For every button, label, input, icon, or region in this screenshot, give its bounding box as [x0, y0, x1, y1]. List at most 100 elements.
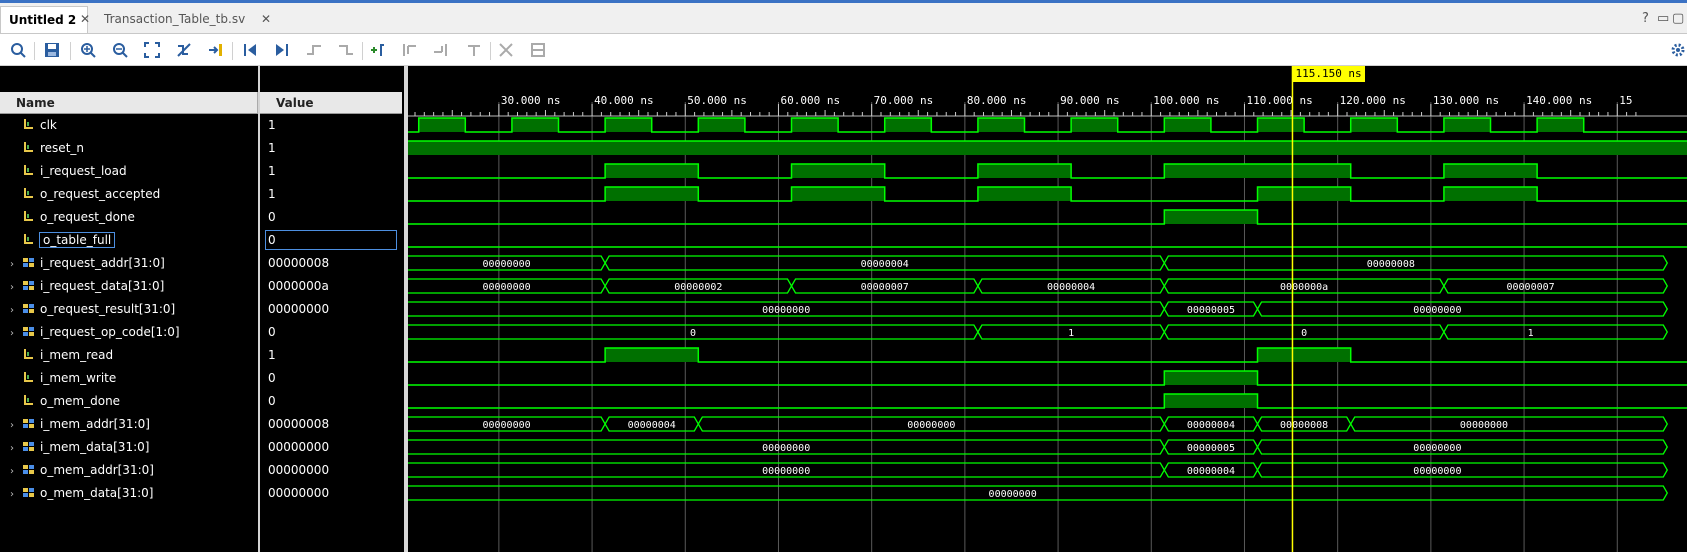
- signal-value[interactable]: 1: [268, 344, 276, 366]
- bus-signal-icon: [22, 253, 36, 267]
- swap-cursors-icon[interactable]: [462, 38, 486, 62]
- expand-chevron-icon[interactable]: ›: [10, 484, 22, 506]
- signal-row-i-mem-addr[interactable]: › i_mem_addr[31:0]: [10, 413, 150, 435]
- signal-list-panel: Name Value clk 1 reset_n 1 i_request_load 1 o_…: [0, 66, 404, 552]
- settings-gear-icon[interactable]: [1666, 38, 1687, 62]
- next-marker-icon[interactable]: [428, 38, 452, 62]
- go-to-time-zero-icon[interactable]: [238, 38, 262, 62]
- expand-chevron-icon[interactable]: ›: [10, 415, 22, 437]
- previous-transition-icon[interactable]: [302, 38, 326, 62]
- cursor-time-label[interactable]: 115.150 ns: [1292, 66, 1365, 82]
- signal-value[interactable]: 0000000a: [268, 275, 329, 297]
- signal-row-i-mem-data[interactable]: › i_mem_data[31:0]: [10, 436, 149, 458]
- bit-signal-icon: [22, 161, 36, 175]
- column-divider[interactable]: [258, 66, 260, 552]
- bus-segment: [1443, 324, 1669, 340]
- signal-name: o_mem_addr[31:0]: [40, 463, 154, 477]
- ruler-tick-label: 30.000 ns: [501, 94, 561, 107]
- signal-value[interactable]: 1: [268, 183, 276, 205]
- signal-row-o-request-accepted[interactable]: o_request_accepted: [10, 183, 160, 205]
- signal-row-o-mem-data[interactable]: › o_mem_data[31:0]: [10, 482, 153, 504]
- selected-value-box[interactable]: [265, 230, 397, 250]
- signal-value[interactable]: 1: [268, 114, 276, 136]
- zoom-fit-icon[interactable]: [140, 38, 164, 62]
- waveform-canvas[interactable]: 30.000 ns 40.000 ns 50.000 ns 60.000 ns 70.0…: [408, 66, 1687, 552]
- expand-chevron-icon[interactable]: ›: [10, 461, 22, 483]
- next-transition-icon[interactable]: [334, 38, 358, 62]
- signal-row-o-request-result[interactable]: › o_request_result[31:0]: [10, 298, 175, 320]
- expand-chevron-icon[interactable]: ›: [10, 254, 22, 276]
- bus-value-label: 00000000: [482, 259, 530, 270]
- search-icon[interactable]: [6, 38, 30, 62]
- signal-value[interactable]: 00000000: [268, 482, 329, 504]
- go-to-last-time-icon[interactable]: [270, 38, 294, 62]
- expand-chevron-icon[interactable]: ›: [10, 300, 22, 322]
- go-to-cursor-icon[interactable]: [204, 38, 228, 62]
- help-icon[interactable]: ?: [1642, 11, 1649, 26]
- signal-value[interactable]: 00000008: [268, 252, 329, 274]
- add-marker-icon[interactable]: [366, 38, 390, 62]
- wave-tool-icon[interactable]: [172, 38, 196, 62]
- tab-close-icon[interactable]: ✕: [80, 6, 90, 33]
- wave-i_mem_read[interactable]: [408, 347, 1687, 363]
- snap-icon[interactable]: [526, 38, 550, 62]
- bus-value-label: 00000004: [628, 420, 676, 431]
- signal-value[interactable]: 00000000: [268, 459, 329, 481]
- signal-value[interactable]: 0: [268, 390, 276, 412]
- signal-name: clk: [40, 118, 57, 132]
- expand-chevron-icon[interactable]: ›: [10, 323, 22, 345]
- bus-value-label: 00000000: [907, 420, 955, 431]
- signal-value[interactable]: 0: [268, 321, 276, 343]
- signal-row-reset-n[interactable]: reset_n: [10, 137, 84, 159]
- signal-row-i-mem-read[interactable]: i_mem_read: [10, 344, 113, 366]
- bus-value-label: 00000000: [482, 282, 530, 293]
- expand-chevron-icon[interactable]: ›: [10, 438, 22, 460]
- value-column-header[interactable]: Value: [260, 92, 402, 114]
- wave-o_mem_done[interactable]: [408, 393, 1687, 409]
- wave-i_mem_write[interactable]: [408, 370, 1687, 386]
- signal-value[interactable]: 00000000: [268, 298, 329, 320]
- wave-high-fill: [791, 164, 885, 178]
- bus-value-label: 00000007: [861, 282, 909, 293]
- tab-close-icon[interactable]: ✕: [261, 6, 273, 33]
- signal-row-i-request-op-code[interactable]: › i_request_op_code[1:0]: [10, 321, 180, 343]
- waveform-viewer[interactable]: 30.000 ns 40.000 ns 50.000 ns 60.000 ns 70.0…: [408, 66, 1687, 552]
- signal-row-i-request-load[interactable]: i_request_load: [10, 160, 127, 182]
- previous-marker-icon[interactable]: [398, 38, 422, 62]
- cut-icon[interactable]: [494, 38, 518, 62]
- wave-high-fill: [1443, 187, 1538, 201]
- minimize-icon[interactable]: ▭: [1657, 11, 1669, 26]
- signal-name: i_mem_read: [40, 348, 114, 362]
- name-column-header[interactable]: Name: [0, 92, 258, 114]
- signal-row-o-mem-done[interactable]: o_mem_done: [10, 390, 120, 412]
- signal-row-i-mem-write[interactable]: i_mem_write: [10, 367, 116, 389]
- signal-value[interactable]: 1: [268, 160, 276, 182]
- tab-transaction-table-tb[interactable]: Transaction_Table_tb.sv: [96, 6, 261, 33]
- zoom-out-icon[interactable]: [108, 38, 132, 62]
- wave-o_request_done[interactable]: [408, 209, 1687, 225]
- tab-untitled-2[interactable]: Untitled 2: [0, 6, 88, 33]
- ruler-tick-label: 140.000 ns: [1526, 94, 1592, 107]
- signal-name: i_request_data[31:0]: [40, 279, 165, 293]
- signal-row-o-request-done[interactable]: o_request_done: [10, 206, 135, 228]
- signal-row-o-mem-addr[interactable]: › o_mem_addr[31:0]: [10, 459, 154, 481]
- restore-icon[interactable]: ▢: [1672, 11, 1684, 26]
- wave-high-fill: [511, 118, 559, 132]
- signal-row-o-table-full[interactable]: o_table_full: [10, 229, 116, 251]
- signal-name: i_request_load: [40, 164, 127, 178]
- zoom-in-icon[interactable]: [76, 38, 100, 62]
- wave-clk[interactable]: [408, 117, 1687, 133]
- bus-segment: [1256, 439, 1669, 455]
- bus-value-label: 00000005: [1187, 305, 1235, 316]
- signal-value[interactable]: 00000008: [268, 413, 329, 435]
- expand-chevron-icon[interactable]: ›: [10, 277, 22, 299]
- signal-value[interactable]: 1: [268, 137, 276, 159]
- signal-value[interactable]: 00000000: [268, 436, 329, 458]
- signal-row-i-request-addr[interactable]: › i_request_addr[31:0]: [10, 252, 165, 274]
- signal-value[interactable]: 0: [268, 206, 276, 228]
- bus-value-label: 00000004: [861, 259, 909, 270]
- signal-row-i-request-data[interactable]: › i_request_data[31:0]: [10, 275, 164, 297]
- save-icon[interactable]: [40, 38, 64, 62]
- signal-value[interactable]: 0: [268, 367, 276, 389]
- signal-row-clk[interactable]: clk: [10, 114, 57, 136]
